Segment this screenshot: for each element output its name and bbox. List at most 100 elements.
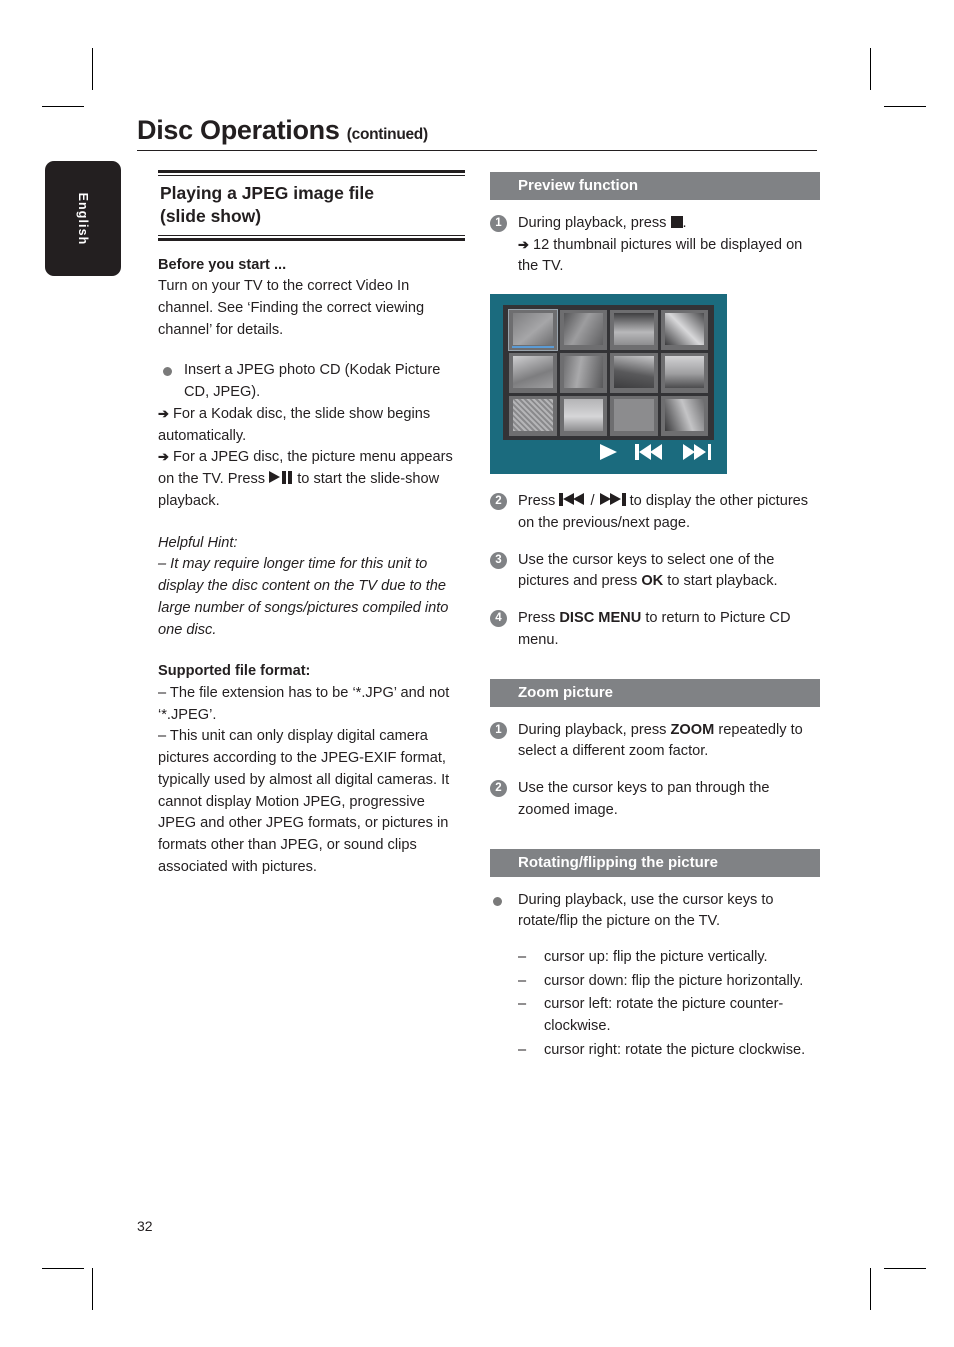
list-item-label: cursor up: flip the picture vertically. [544, 949, 768, 966]
previous-icon [559, 493, 586, 507]
step-number-badge: 3 [490, 551, 507, 569]
list-item-label: cursor left: rotate the picture counter-… [544, 996, 784, 1035]
list-item: – cursor left: rotate the picture counte… [518, 994, 820, 1037]
list-item: – cursor right: rotate the picture clock… [518, 1040, 820, 1062]
supported-format-item-2: – This unit can only display digital cam… [158, 728, 450, 875]
crop-mark-top-left-horizontal [42, 106, 84, 107]
preview-step-2-separator: / [590, 493, 595, 510]
heading-rule-bottom-thick [158, 237, 465, 241]
page-title-suffix: (continued) [346, 126, 428, 143]
thumbnail-item [610, 396, 658, 437]
zoom-step-2: 2 Use the cursor keys to pan through the… [490, 778, 820, 821]
page-header: Disc Operations (continued) [137, 116, 817, 152]
crop-mark-bottom-left-horizontal [42, 1268, 84, 1269]
arrow-icon: ➔ [158, 405, 169, 421]
kodak-arrow-text: For a Kodak disc, the slide show begins … [158, 405, 431, 444]
list-item: – cursor down: flip the picture horizont… [518, 971, 820, 993]
thumbnail-item [509, 396, 557, 437]
dash-marker: – [518, 1041, 527, 1058]
zoom-step-1-before: During playback, press [518, 721, 667, 738]
before-you-start-text: Turn on your TV to the correct Video In … [158, 278, 425, 338]
crop-mark-bottom-left-vertical [92, 1268, 93, 1310]
preview-step-2-before: Press [518, 493, 556, 510]
insert-disc-bullet: Insert a JPEG photo CD (Kodak Picture CD… [158, 360, 465, 403]
preview-step-1-arrow-text: 12 thumbnail pictures will be displayed … [518, 236, 803, 275]
zoom-step-2-text: Use the cursor keys to pan through the z… [518, 780, 770, 818]
play-pause-icon [269, 471, 293, 485]
tv-playback-controls [600, 444, 711, 461]
header-divider [137, 150, 817, 152]
tv-preview-figure [490, 294, 727, 475]
jpeg-arrow-line: ➔ For a JPEG disc, the picture menu appe… [158, 447, 465, 512]
preview-step-1: 1 During playback, press . ➔ 12 thumbnai… [490, 213, 820, 278]
thumbnail-item [610, 353, 658, 394]
step-number-badge: 2 [490, 493, 507, 511]
dash-marker: – [518, 972, 527, 989]
step-number-badge: 1 [490, 215, 507, 232]
thumbnail-item [509, 353, 557, 394]
step-number-badge: 2 [490, 780, 507, 798]
zoom-key-label: ZOOM [670, 721, 715, 738]
thumbnail-item [660, 396, 708, 437]
before-you-start-label: Before you start ... [158, 256, 287, 273]
heading-rule-top-thick [158, 170, 465, 173]
dash-marker: – [518, 996, 527, 1013]
thumbnail-item [559, 310, 607, 351]
right-column: Preview function 1 During playback, pres… [490, 172, 820, 1064]
helpful-hint-text: – It may require longer time for this un… [158, 556, 449, 638]
preview-step-2: 2 Press / to display the other pictures … [490, 491, 820, 534]
preview-function-header: Preview function [490, 172, 820, 200]
preview-step-4: 4 Press DISC MENU to return to Picture C… [490, 608, 820, 651]
previous-icon [635, 444, 664, 461]
crop-mark-top-left-vertical [92, 48, 93, 90]
stop-icon [670, 216, 683, 228]
list-item-label: cursor right: rotate the picture clockwi… [544, 1041, 806, 1058]
supported-format-item-1: – The file extension has to be ‘*.JPG’ a… [158, 684, 450, 723]
crop-mark-top-right-horizontal [884, 106, 926, 107]
section-heading-line-1: Playing a JPEG image file [160, 183, 374, 203]
thumbnail-grid [508, 309, 708, 437]
thumbnail-item [660, 310, 708, 351]
play-icon [600, 444, 617, 461]
disc-menu-key-label: DISC MENU [559, 610, 642, 627]
list-item: – cursor up: flip the picture vertically… [518, 947, 820, 969]
page-number: 32 [137, 1218, 153, 1234]
list-item-label: cursor down: flip the picture horizontal… [544, 972, 804, 989]
preview-step-1-text: During playback, press [518, 215, 667, 231]
page-title: Disc Operations [137, 115, 340, 145]
helpful-hint-label: Helpful Hint: [158, 534, 238, 551]
rotating-dash-list: – cursor up: flip the picture vertically… [490, 947, 820, 1062]
language-tab-label: English [76, 192, 90, 245]
kodak-arrow-line: ➔ For a Kodak disc, the slide show begin… [158, 404, 465, 447]
zoom-step-1: 1 During playback, press ZOOM repeatedly… [490, 720, 820, 763]
thumbnail-item [559, 353, 607, 394]
zoom-picture-header: Zoom picture [490, 678, 820, 707]
crop-mark-top-right-vertical [870, 48, 871, 90]
rotating-flipping-header: Rotating/flipping the picture [490, 848, 820, 877]
section-heading: Playing a JPEG image file (slide show) [158, 176, 465, 235]
next-icon [682, 444, 711, 461]
ok-key-label: OK [641, 573, 664, 590]
step-number-badge: 1 [490, 721, 507, 739]
section-heading-line-2: (slide show) [160, 205, 262, 226]
thumbnail-item [660, 353, 708, 394]
arrow-icon: ➔ [518, 236, 529, 252]
crop-mark-bottom-right-horizontal [884, 1268, 926, 1269]
dash-marker: – [518, 949, 527, 966]
step-number-badge: 4 [490, 610, 507, 628]
supported-format-label: Supported file format: [158, 663, 311, 680]
heading-rule-bottom-thin [158, 234, 465, 236]
next-icon [599, 493, 626, 507]
preview-step-3: 3 Use the cursor keys to select one of t… [490, 550, 820, 593]
insert-disc-text: Insert a JPEG photo CD (Kodak Picture CD… [184, 362, 441, 401]
bullet-icon [493, 896, 502, 906]
selection-underline [512, 346, 554, 349]
left-column: Playing a JPEG image file (slide show) B… [158, 170, 465, 879]
crop-mark-bottom-right-vertical [870, 1268, 871, 1310]
rotating-bullet-text: During playback, use the cursor keys to … [518, 891, 774, 930]
language-tab: English [45, 161, 121, 276]
preview-step-4-before: Press [518, 610, 556, 627]
chapter-title-row: Disc Operations (continued) [137, 116, 817, 144]
arrow-icon: ➔ [158, 449, 169, 465]
preview-step-1-period: . [682, 215, 687, 231]
